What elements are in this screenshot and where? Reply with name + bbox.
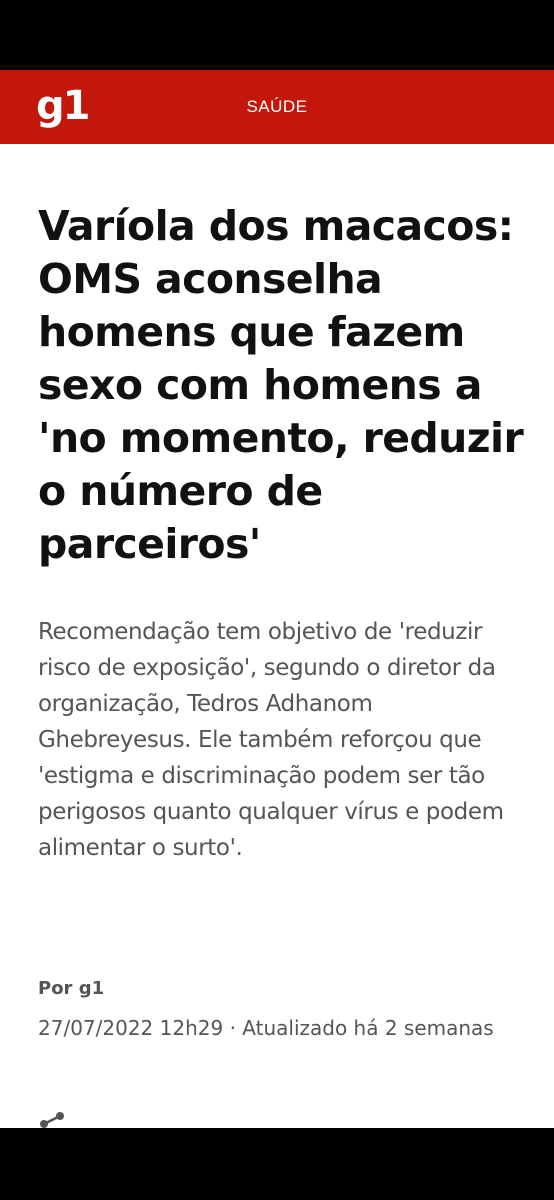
status-bar	[0, 0, 554, 70]
section-label[interactable]: SAÚDE	[0, 70, 554, 144]
article-headline: Varíola dos macacos: OMS aconselha homen…	[38, 202, 524, 568]
article-subtitle: Recomendação tem objetivo de 'reduzir ri…	[38, 619, 504, 861]
app-header: g1 SAÚDE	[0, 70, 554, 144]
article-byline: Por g1	[38, 978, 105, 999]
article-dateline: 27/07/2022 12h29 · Atualizado há 2 seman…	[38, 1016, 494, 1040]
system-nav-bar	[0, 1128, 554, 1200]
